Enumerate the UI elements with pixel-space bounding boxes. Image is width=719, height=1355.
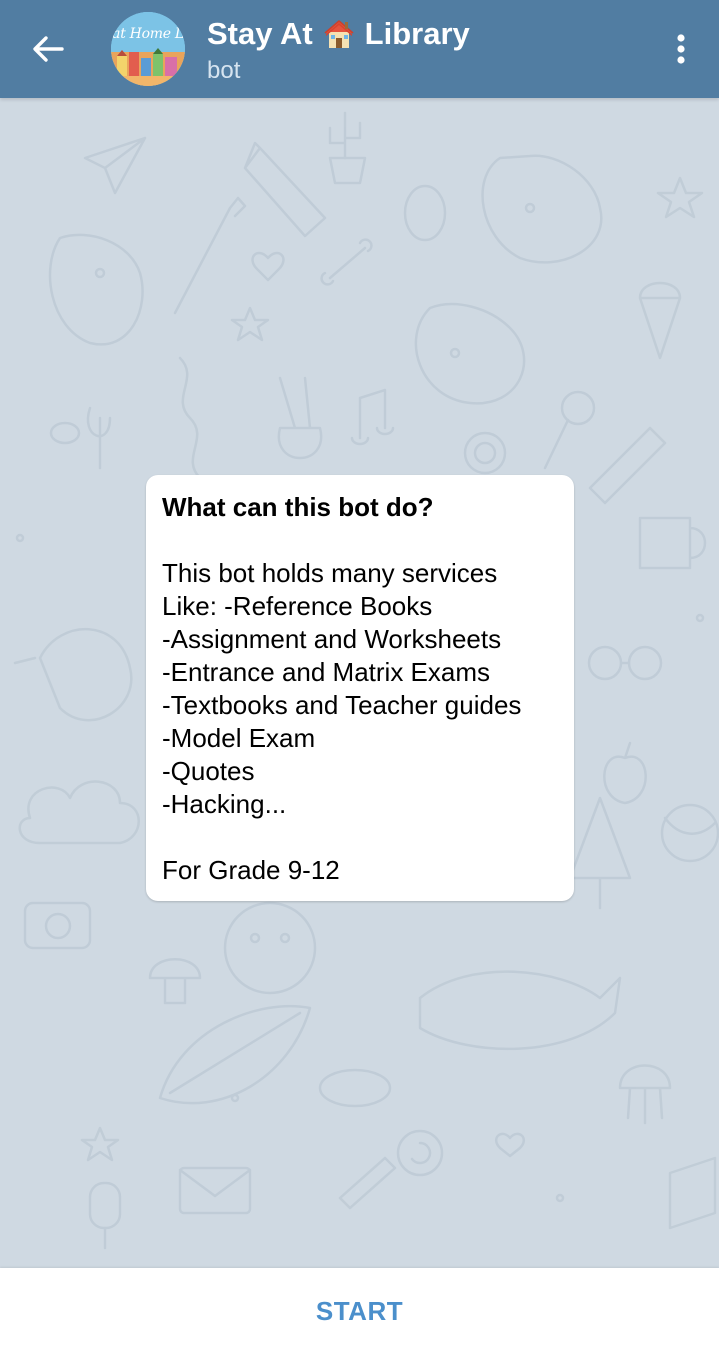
bot-info-card: What can this bot do? This bot holds man… [146, 475, 574, 901]
back-button[interactable] [22, 27, 74, 71]
chat-title-block[interactable]: Stay At Library bot [207, 14, 470, 85]
bot-info-footer: For Grade 9-12 [162, 855, 340, 885]
bot-info-line: This bot holds many services [162, 558, 498, 588]
bot-info-line: -Hacking... [162, 789, 287, 819]
bot-info-line: -Model Exam [162, 723, 316, 753]
avatar-image [111, 12, 185, 86]
bot-info-line: -Textbooks and Teacher guides [162, 690, 522, 720]
house-icon [324, 20, 354, 48]
bot-info-line: -Quotes [162, 756, 255, 786]
bot-info-title: What can this bot do? [162, 492, 434, 522]
arrow-left-icon [33, 36, 64, 62]
chat-title: Stay At Library [207, 14, 470, 54]
bot-info-spacer [162, 821, 558, 854]
more-options-button[interactable] [665, 28, 697, 70]
bot-info-line: -Assignment and Worksheets [162, 624, 502, 654]
bot-info-line: Like: -Reference Books [162, 591, 433, 621]
start-button[interactable]: START [276, 1284, 443, 1339]
telegram-chat-screen: at Home L Stay At Library bot What can t… [0, 0, 719, 1355]
more-vertical-icon [677, 34, 685, 64]
bot-info-line: -Entrance and Matrix Exams [162, 657, 491, 687]
avatar-logo-text: at Home L [112, 26, 184, 42]
bottom-action-bar: START [0, 1268, 719, 1355]
chat-subtitle: bot [207, 57, 241, 84]
chat-title-text-start: Stay At [207, 16, 313, 51]
chat-header: at Home L Stay At Library bot [0, 0, 719, 98]
chat-title-text-end: Library [364, 16, 470, 51]
bot-avatar[interactable]: at Home L [111, 12, 185, 86]
